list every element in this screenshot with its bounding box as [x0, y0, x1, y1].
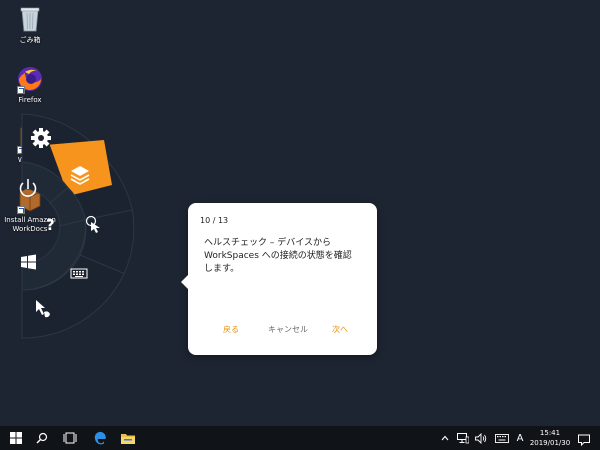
gear-icon [31, 128, 51, 148]
task-view-icon [63, 432, 77, 444]
back-button[interactable]: 戻る [223, 324, 239, 335]
cancel-button[interactable]: キャンセル [268, 324, 308, 335]
health-check-dialog: 10 / 13 ヘルスチェック – デバイスから WorkSpaces への接続… [181, 203, 377, 355]
step-counter: 10 / 13 [200, 216, 229, 225]
dialog-pointer [181, 275, 188, 289]
notification-icon [578, 434, 590, 447]
network-tray-button[interactable] [456, 432, 470, 444]
action-center-button[interactable] [578, 431, 590, 450]
taskbar-explorer-button[interactable] [116, 426, 140, 450]
help-icon: ? [46, 216, 55, 234]
next-button[interactable]: 次へ [332, 324, 348, 335]
search-button[interactable] [30, 426, 54, 450]
dialog-message: ヘルスチェック – デバイスから WorkSpaces への接続の状態を確認 し… [204, 238, 352, 274]
taskbar: A 15:41 2019/01/30 [0, 426, 600, 450]
taskbar-clock[interactable]: 15:41 2019/01/30 [520, 428, 580, 448]
keyboard-icon [495, 433, 509, 443]
touch-keyboard-tray-button[interactable] [494, 432, 510, 444]
chevron-up-icon [441, 435, 449, 441]
taskbar-edge-button[interactable] [88, 426, 112, 450]
network-icon [457, 432, 469, 443]
start-button[interactable] [4, 426, 28, 450]
search-icon [36, 432, 48, 444]
clock-time: 15:41 [539, 429, 561, 437]
volume-tray-button[interactable] [474, 432, 488, 444]
file-explorer-icon [121, 434, 135, 444]
tray-overflow-button[interactable] [440, 432, 450, 444]
task-view-button[interactable] [58, 426, 82, 450]
clock-date: 2019/01/30 [529, 439, 571, 447]
windows-logo-icon [10, 432, 22, 444]
edge-icon [94, 431, 106, 445]
speaker-icon [475, 432, 487, 444]
